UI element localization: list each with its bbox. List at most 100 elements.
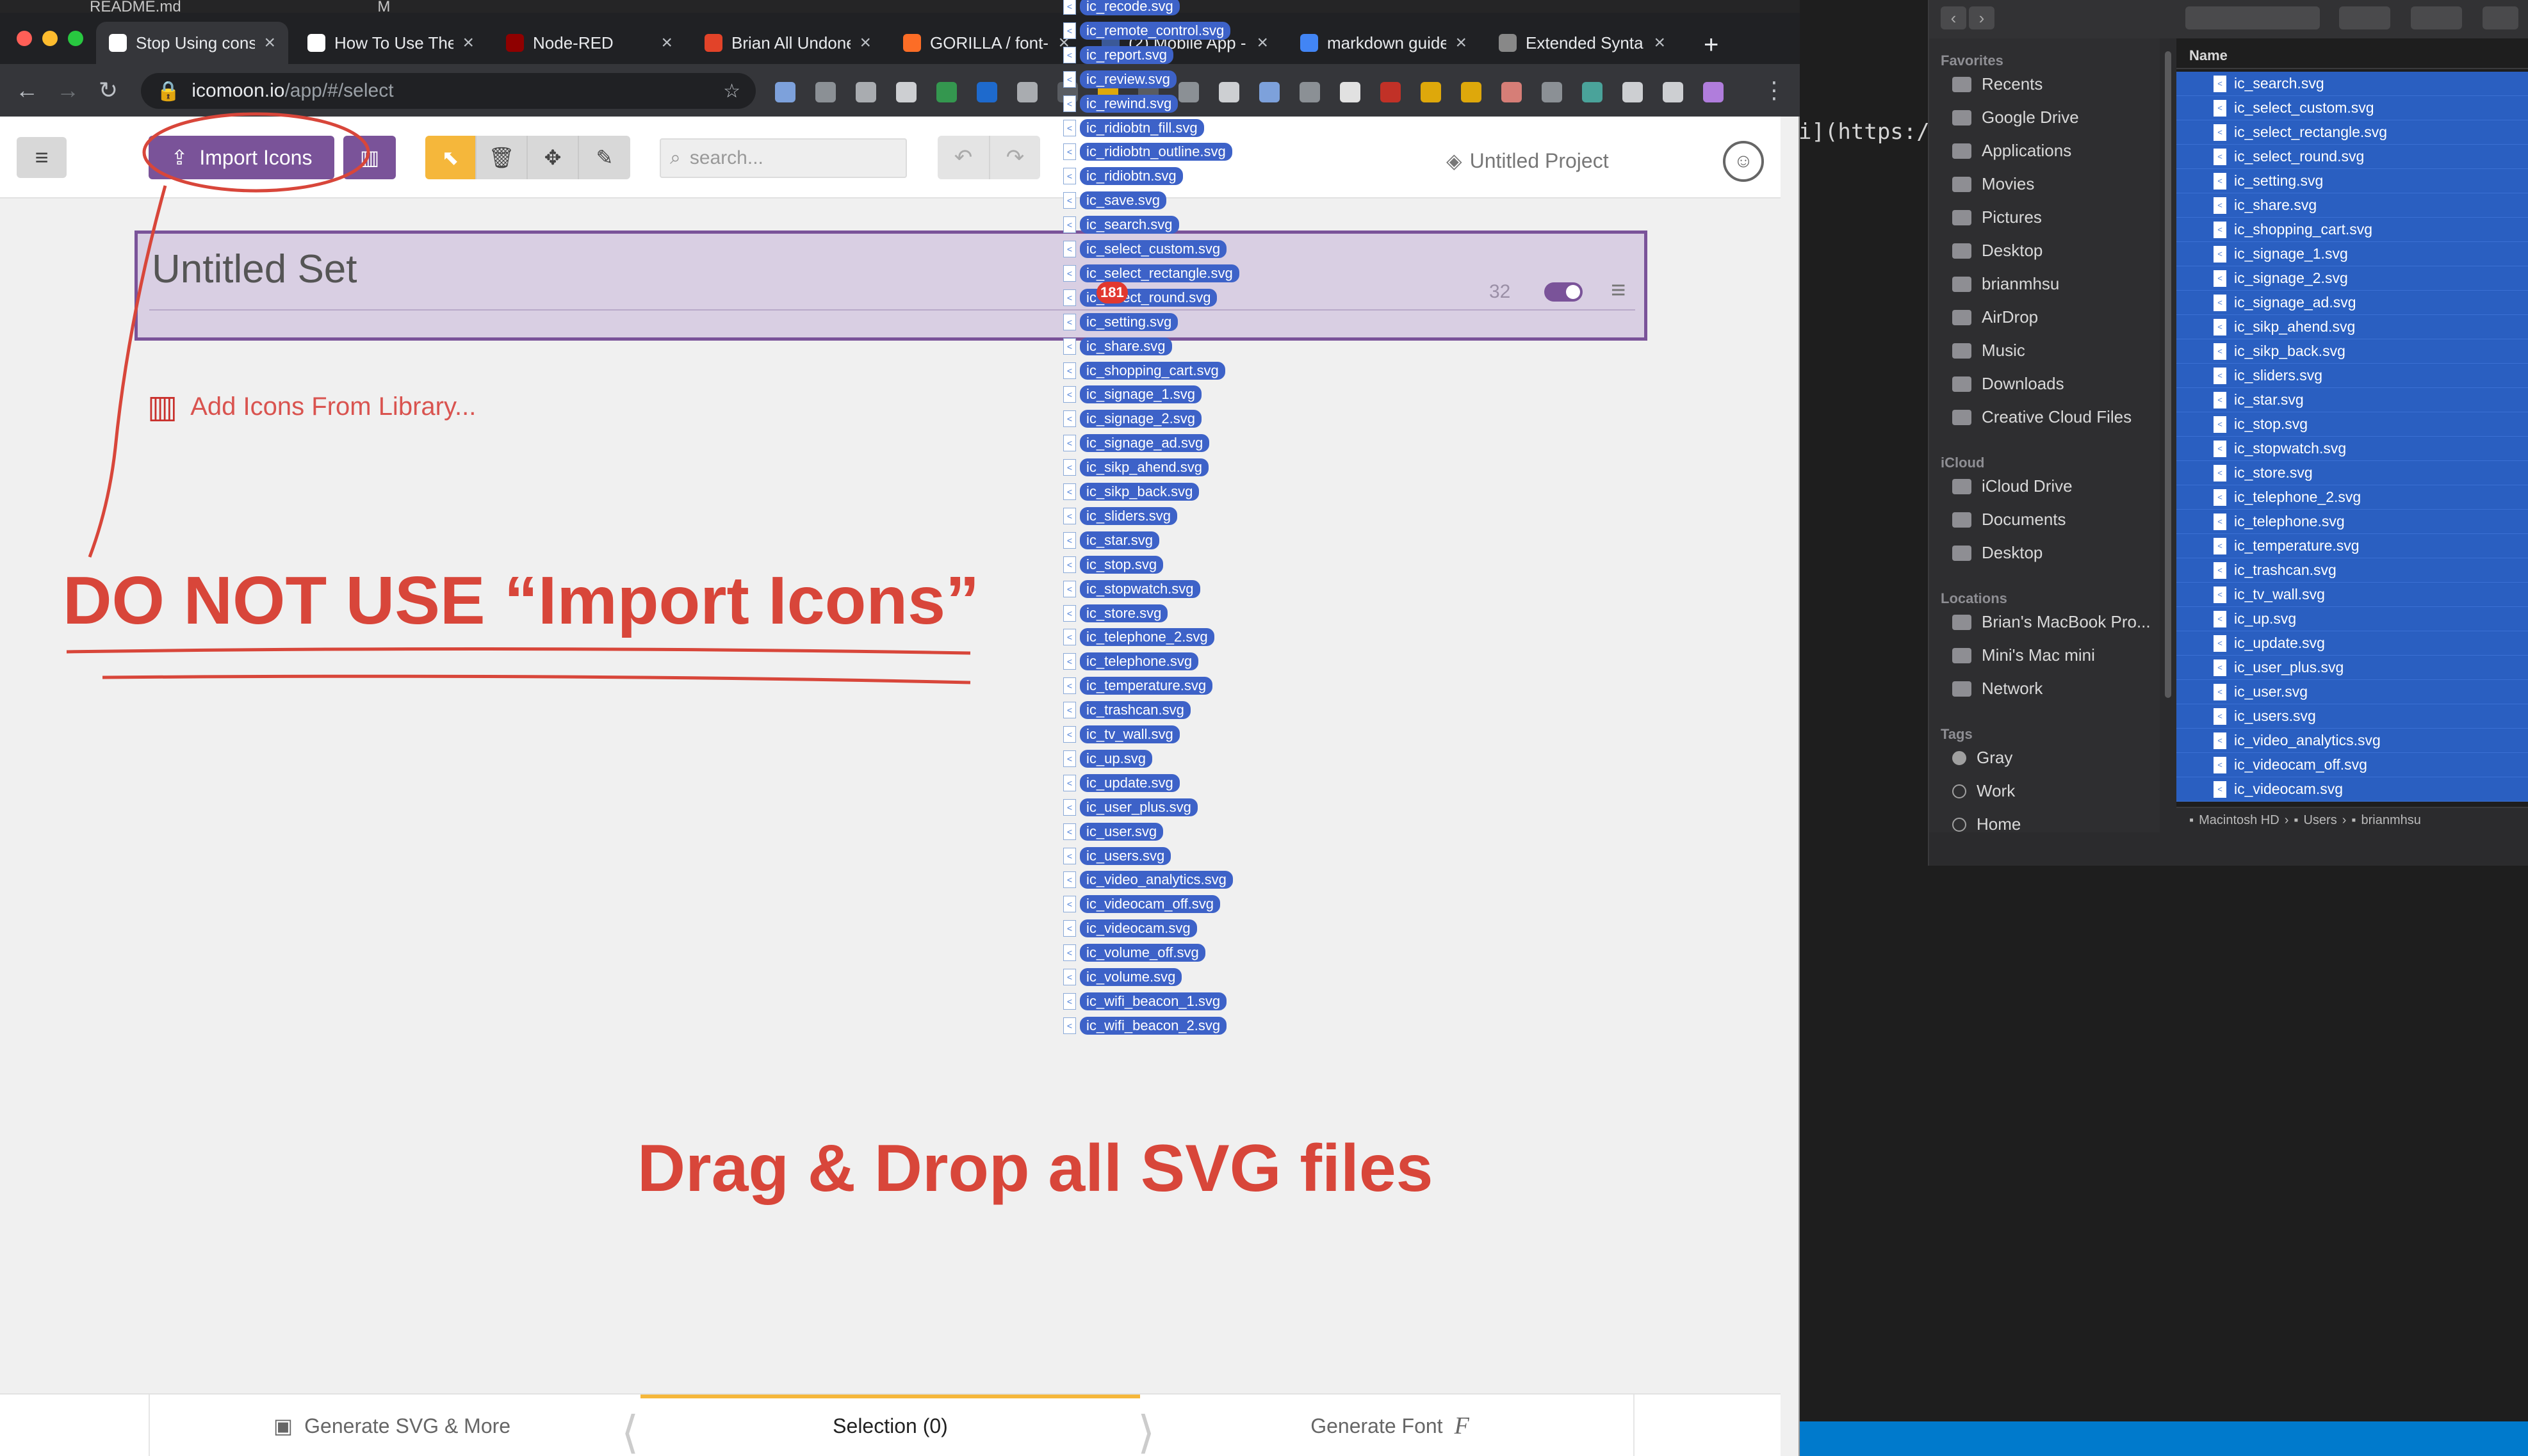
name-column-header[interactable]: Name xyxy=(2176,38,2528,69)
sidebar-item[interactable]: Movies xyxy=(1952,174,2034,194)
file-name: ic_store.svg xyxy=(2234,464,2313,481)
dragged-file-item: < ic_stopwatch.svg xyxy=(1063,579,1200,598)
file-row[interactable]: < ic_stopwatch.svg xyxy=(2176,437,2528,461)
sidebar-item[interactable]: Gray xyxy=(1952,748,2012,768)
file-row[interactable]: < ic_signage_ad.svg xyxy=(2176,291,2528,315)
file-row[interactable]: < ic_trashcan.svg xyxy=(2176,558,2528,583)
file-row[interactable]: < ic_star.svg xyxy=(2176,388,2528,412)
file-row[interactable]: < ic_update.svg xyxy=(2176,631,2528,656)
sidebar-item[interactable]: Desktop xyxy=(1952,543,2043,563)
file-row[interactable]: < ic_up.svg xyxy=(2176,607,2528,631)
file-row[interactable]: < ic_sikp_back.svg xyxy=(2176,339,2528,364)
file-name: ic_stop.svg xyxy=(2234,416,2308,432)
path-segment[interactable]: Users xyxy=(2303,813,2336,828)
dragged-file-item: < ic_sikp_ahend.svg xyxy=(1063,458,1209,477)
finder-forward-button[interactable]: › xyxy=(1969,6,1994,29)
sidebar-scrollbar[interactable] xyxy=(2165,51,2171,698)
sidebar-item-label: iCloud Drive xyxy=(1982,476,2073,496)
file-row[interactable]: < ic_user.svg xyxy=(2176,680,2528,704)
underline-annotation xyxy=(102,674,971,684)
finder-file-list: Name < ic_search.svg < ic_select_custom.svg… xyxy=(2176,38,2528,832)
sidebar-item-label: Documents xyxy=(1982,510,2066,529)
sidebar-item[interactable]: AirDrop xyxy=(1952,307,2038,327)
dragged-file-name: ic_signage_2.svg xyxy=(1080,410,1202,428)
action-gear-button[interactable] xyxy=(2411,6,2462,29)
file-row[interactable]: < ic_select_rectangle.svg xyxy=(2176,120,2528,145)
file-row[interactable]: < ic_telephone.svg xyxy=(2176,510,2528,534)
svg-file-icon: < xyxy=(1063,847,1076,864)
svg-file-icon: < xyxy=(2214,513,2226,530)
file-row[interactable]: < ic_stop.svg xyxy=(2176,412,2528,437)
file-row[interactable]: < ic_telephone_2.svg xyxy=(2176,485,2528,510)
sidebar-item[interactable]: Network xyxy=(1952,679,2043,699)
file-row[interactable]: < ic_tv_wall.svg xyxy=(2176,583,2528,607)
sidebar-item[interactable]: Documents xyxy=(1952,510,2066,530)
dragged-file-item: < ic_review.svg xyxy=(1063,70,1177,88)
sidebar-item-label: Google Drive xyxy=(1982,108,2079,127)
path-segment[interactable]: Macintosh HD xyxy=(2199,813,2279,828)
sidebar-item[interactable]: Recents xyxy=(1952,74,2043,94)
dragged-file-item: < ic_rewind.svg xyxy=(1063,94,1178,113)
file-row[interactable]: < ic_users.svg xyxy=(2176,704,2528,729)
svg-file-icon: < xyxy=(2214,75,2226,92)
file-row[interactable]: < ic_select_round.svg xyxy=(2176,145,2528,169)
sidebar-item-label: Desktop xyxy=(1982,543,2043,562)
file-row[interactable]: < ic_shopping_cart.svg xyxy=(2176,218,2528,242)
dragged-file-item: < ic_search.svg xyxy=(1063,216,1179,234)
dragged-file-item: < ic_sliders.svg xyxy=(1063,506,1178,525)
sidebar-item[interactable]: Music xyxy=(1952,341,2025,360)
svg-file-icon: < xyxy=(1063,531,1076,549)
dragged-file-name: ic_select_custom.svg xyxy=(1080,240,1227,258)
sidebar-item[interactable]: Applications xyxy=(1952,141,2071,161)
dragged-file-item: < ic_recode.svg xyxy=(1063,0,1180,15)
file-row[interactable]: < ic_store.svg xyxy=(2176,461,2528,485)
sidebar-item-label: brianmhsu xyxy=(1982,274,2060,293)
dragged-file-item: < ic_videocam_off.svg xyxy=(1063,895,1220,914)
sidebar-item[interactable]: Mini's Mac mini xyxy=(1952,645,2095,665)
file-row[interactable]: < ic_temperature.svg xyxy=(2176,534,2528,558)
group-button[interactable] xyxy=(2339,6,2390,29)
share-button[interactable] xyxy=(2483,6,2518,29)
file-row[interactable]: < ic_signage_2.svg xyxy=(2176,266,2528,291)
file-row[interactable]: < ic_video_analytics.svg xyxy=(2176,729,2528,753)
svg-file-icon: < xyxy=(1063,264,1076,282)
svg-file-icon: < xyxy=(1063,483,1076,500)
file-row[interactable]: < ic_share.svg xyxy=(2176,193,2528,218)
finder-back-button[interactable]: ‹ xyxy=(1941,6,1966,29)
file-row[interactable]: < ic_user_plus.svg xyxy=(2176,656,2528,680)
sidebar-item[interactable]: Google Drive xyxy=(1952,108,2079,127)
svg-file-icon: < xyxy=(1063,677,1076,695)
folder-icon xyxy=(1952,309,1971,325)
svg-file-icon: < xyxy=(2214,391,2226,408)
dragged-file-item: < ic_user.svg xyxy=(1063,822,1164,841)
sidebar-item[interactable]: Downloads xyxy=(1952,374,2064,394)
file-row[interactable]: < ic_setting.svg xyxy=(2176,169,2528,193)
svg-file-icon: < xyxy=(1063,46,1076,63)
sidebar-item[interactable]: Brian's MacBook Pro... xyxy=(1952,612,2151,632)
dragged-file-item: < ic_ridiobtn_fill.svg xyxy=(1063,118,1204,137)
file-row[interactable]: < ic_sliders.svg xyxy=(2176,364,2528,388)
svg-file-icon: < xyxy=(1063,192,1076,209)
file-row[interactable]: < ic_search.svg xyxy=(2176,72,2528,96)
sidebar-item[interactable]: Pictures xyxy=(1952,207,2042,227)
sidebar-item[interactable]: Creative Cloud Files xyxy=(1952,407,2132,427)
sidebar-item[interactable]: iCloud Drive xyxy=(1952,476,2073,496)
dragged-file-name: ic_sikp_back.svg xyxy=(1080,483,1200,501)
svg-file-icon: < xyxy=(2214,343,2226,360)
file-row[interactable]: < ic_videocam_off.svg xyxy=(2176,753,2528,777)
view-mode-buttons[interactable] xyxy=(2185,6,2320,29)
svg-file-icon: < xyxy=(2214,464,2226,481)
file-row[interactable]: < ic_sikp_ahend.svg xyxy=(2176,315,2528,339)
path-folder-icon: ▪ xyxy=(2189,813,2194,827)
svg-file-icon: < xyxy=(1063,798,1076,816)
sidebar-item[interactable]: Work xyxy=(1952,781,2015,801)
sidebar-item[interactable]: Desktop xyxy=(1952,241,2043,261)
file-row[interactable]: < ic_signage_1.svg xyxy=(2176,242,2528,266)
sidebar-item[interactable]: brianmhsu xyxy=(1952,274,2059,294)
file-row[interactable]: < ic_select_custom.svg xyxy=(2176,96,2528,120)
file-row[interactable]: < ic_videocam.svg xyxy=(2176,777,2528,802)
dragged-file-name: ic_star.svg xyxy=(1080,531,1159,549)
path-segment[interactable]: brianmhsu xyxy=(2361,813,2420,828)
sidebar-item[interactable]: Home xyxy=(1952,814,2021,832)
warning-annotation: DO NOT USE “Import Icons” xyxy=(63,563,980,638)
